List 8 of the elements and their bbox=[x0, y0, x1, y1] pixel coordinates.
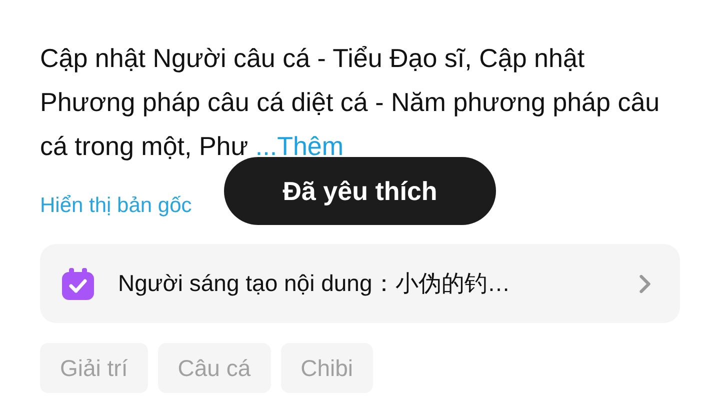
toast: Đã yêu thích bbox=[224, 157, 496, 225]
calendar-check-icon bbox=[60, 266, 96, 302]
creator-card[interactable]: Người sáng tạo nội dung：小伪的钓… bbox=[40, 244, 680, 323]
tag-chip[interactable]: Giải trí bbox=[40, 343, 148, 393]
show-original-link[interactable]: Hiển thị bản gốc bbox=[40, 190, 192, 222]
tag-chip[interactable]: Câu cá bbox=[158, 343, 271, 393]
creator-label: Người sáng tạo nội dung：小伪的钓… bbox=[118, 269, 512, 298]
tag-chip[interactable]: Chibi bbox=[280, 343, 374, 393]
